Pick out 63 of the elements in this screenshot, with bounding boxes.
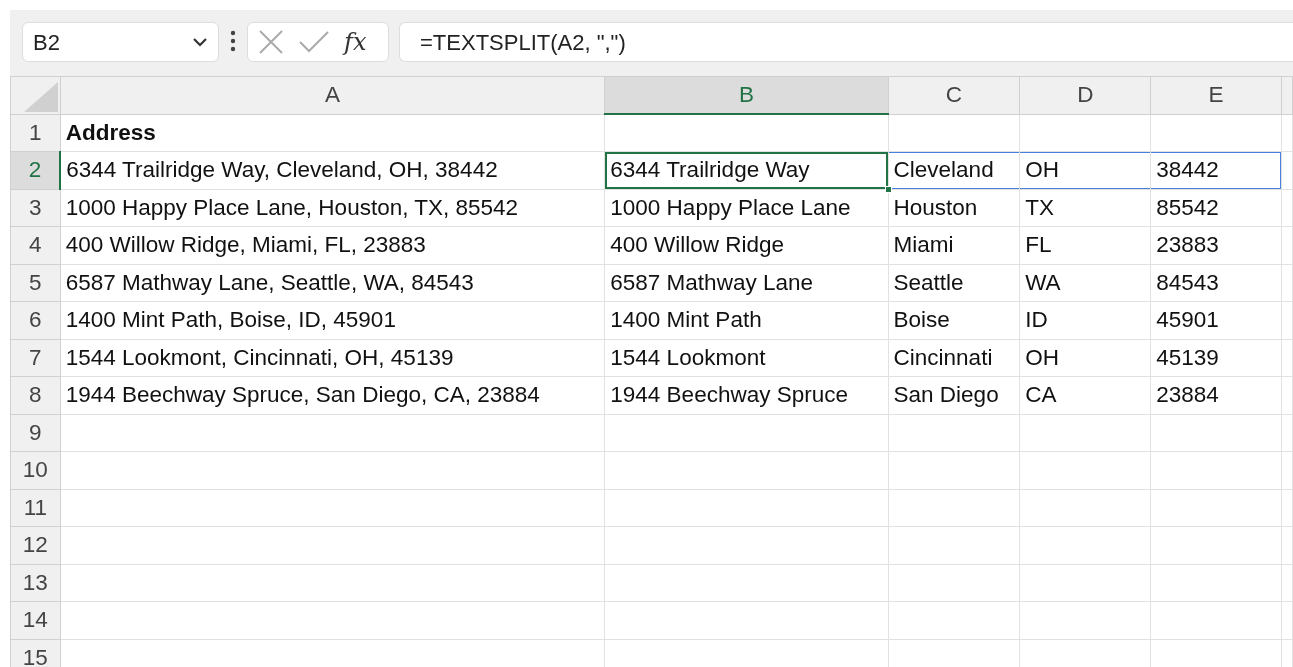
formula-field[interactable]: =TEXTSPLIT(A2, ",") <box>399 22 1293 62</box>
table-cell: Miami <box>888 226 1020 264</box>
check-icon[interactable] <box>298 30 330 54</box>
table-cell: Houston <box>888 189 1020 227</box>
table-cell: OH <box>1019 339 1151 377</box>
table-cell: 1944 Beechway Spruce <box>604 376 889 414</box>
row-header[interactable]: 3 <box>10 189 61 227</box>
table-cell: 84543 <box>1150 264 1282 302</box>
row-header[interactable]: 8 <box>10 376 61 414</box>
row-header[interactable]: 2 <box>10 151 61 189</box>
row-header[interactable]: 7 <box>10 339 61 377</box>
more-options-icon[interactable] <box>229 30 237 52</box>
row-header[interactable]: 5 <box>10 264 61 302</box>
table-cell: 45139 <box>1150 339 1282 377</box>
table-cell: 6587 Mathway Lane, Seattle, WA, 84543 <box>60 264 605 302</box>
table-cell: 1000 Happy Place Lane, Houston, TX, 85542 <box>60 189 605 227</box>
chevron-down-icon <box>192 37 208 47</box>
table-cell: 45901 <box>1150 301 1282 339</box>
row-header[interactable]: 15 <box>10 639 61 667</box>
table-cell: 1400 Mint Path, Boise, ID, 45901 <box>60 301 605 339</box>
insert-function-button[interactable]: fx <box>344 24 367 60</box>
table-cell: 400 Willow Ridge <box>604 226 889 264</box>
row-header[interactable]: 6 <box>10 301 61 339</box>
table-cell: 400 Willow Ridge, Miami, FL, 23883 <box>60 226 605 264</box>
table-cell: San Diego <box>888 376 1020 414</box>
name-box[interactable]: B2 <box>22 22 219 62</box>
row-header[interactable]: 14 <box>10 601 61 639</box>
table-cell: OH <box>1019 151 1151 189</box>
column-header[interactable]: C <box>888 76 1020 114</box>
row-header[interactable]: 10 <box>10 451 61 489</box>
table-cell: 1544 Lookmont, Cincinnati, OH, 45139 <box>60 339 605 377</box>
table-cell: 85542 <box>1150 189 1282 227</box>
table-cell: 1400 Mint Path <box>604 301 889 339</box>
table-cell: Cleveland <box>888 151 1020 189</box>
row-header[interactable]: 1 <box>10 114 61 152</box>
table-cell: FL <box>1019 226 1151 264</box>
table-cell: TX <box>1019 189 1151 227</box>
row-header[interactable]: 9 <box>10 414 61 452</box>
table-cell: Seattle <box>888 264 1020 302</box>
column-header[interactable]: A <box>60 76 605 114</box>
column-header[interactable]: E <box>1150 76 1282 114</box>
table-cell: WA <box>1019 264 1151 302</box>
column-header[interactable]: D <box>1019 76 1151 114</box>
row-header[interactable]: 13 <box>10 564 61 602</box>
column-header[interactable]: B <box>604 76 889 114</box>
table-cell: Address <box>60 114 605 152</box>
table-cell: 23884 <box>1150 376 1282 414</box>
table-cell: 23883 <box>1150 226 1282 264</box>
table-cell: Cincinnati <box>888 339 1020 377</box>
table-cell: Boise <box>888 301 1020 339</box>
select-all-icon[interactable] <box>23 81 58 112</box>
table-cell: 6587 Mathway Lane <box>604 264 889 302</box>
table-cell: CA <box>1019 376 1151 414</box>
table-cell: 1944 Beechway Spruce, San Diego, CA, 23884 <box>60 376 605 414</box>
table-cell: 38442 <box>1150 151 1282 189</box>
row-header[interactable]: 11 <box>10 489 61 527</box>
row-header[interactable]: 12 <box>10 526 61 564</box>
close-icon[interactable] <box>258 29 284 55</box>
table-cell: ID <box>1019 301 1151 339</box>
row-header[interactable]: 4 <box>10 226 61 264</box>
fill-handle[interactable] <box>884 185 892 193</box>
table-cell: 1544 Lookmont <box>604 339 889 377</box>
table-cell: 6344 Trailridge Way, Cleveland, OH, 38442 <box>60 151 605 189</box>
